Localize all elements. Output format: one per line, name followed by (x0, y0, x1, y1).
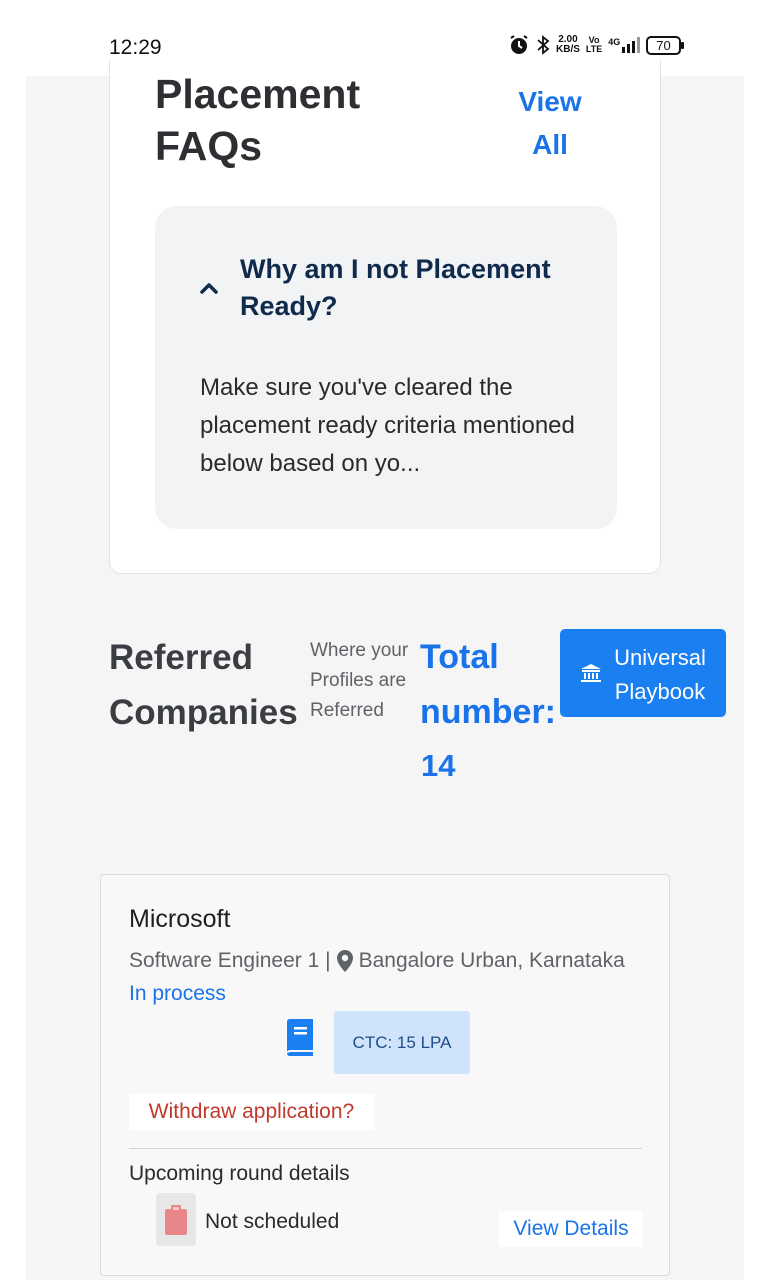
clipboard-icon (165, 1205, 187, 1235)
network-type: 4G (608, 37, 621, 47)
ctc-chip: CTC: 15 LPA (334, 1011, 470, 1074)
view-all-link[interactable]: View All (505, 80, 595, 166)
battery-icon: 70 (646, 35, 685, 55)
total-number-label: Total number: (420, 638, 556, 731)
divider (129, 1148, 642, 1149)
location-pin-icon (336, 950, 353, 972)
faq-answer: Make sure you've cleared the placement r… (200, 374, 575, 477)
company-name: Microsoft (129, 905, 231, 933)
lte-label: LTE (585, 44, 603, 54)
universal-playbook-button[interactable]: Universal Playbook (560, 629, 726, 717)
faq-question[interactable]: Why am I not Placement Ready? (240, 251, 600, 325)
referred-companies-subtitle: Where your Profiles are Referred (310, 640, 409, 721)
job-location: Bangalore Urban, Karnataka (358, 949, 625, 972)
signal-bars-icon (622, 37, 641, 53)
view-details-button[interactable]: View Details (499, 1211, 643, 1247)
universal-playbook-label: Universal Playbook (614, 645, 706, 704)
application-status: In process (129, 982, 226, 1005)
referred-companies-title: Referred Companies (109, 638, 298, 732)
book-icon[interactable] (283, 1019, 315, 1057)
bluetooth-icon (537, 35, 550, 55)
alarm-icon (510, 35, 528, 54)
upcoming-round-heading: Upcoming round details (129, 1162, 350, 1185)
status-time: 12:29 (109, 36, 162, 59)
network-speed: 2.00 KB/S (556, 35, 580, 55)
volte-indicator: Vo LTE (586, 36, 602, 54)
status-icons: 2.00 KB/S Vo LTE 4G 70 (508, 34, 685, 56)
clipboard-icon-box (156, 1193, 196, 1246)
chevron-up-icon[interactable] (195, 274, 223, 302)
faq-section-title: Placement FAQs (155, 71, 361, 169)
round-status: Not scheduled (205, 1210, 340, 1233)
signal-icon: 4G (608, 37, 641, 53)
company-meta: Software Engineer 1 | Bangalore Urban, K… (129, 946, 625, 976)
withdraw-application-button[interactable]: Withdraw application? (129, 1094, 374, 1130)
job-role: Software Engineer 1 | (129, 949, 331, 972)
bank-icon (581, 664, 601, 682)
speed-unit: KB/S (556, 44, 580, 55)
total-number-value: 14 (421, 748, 456, 783)
